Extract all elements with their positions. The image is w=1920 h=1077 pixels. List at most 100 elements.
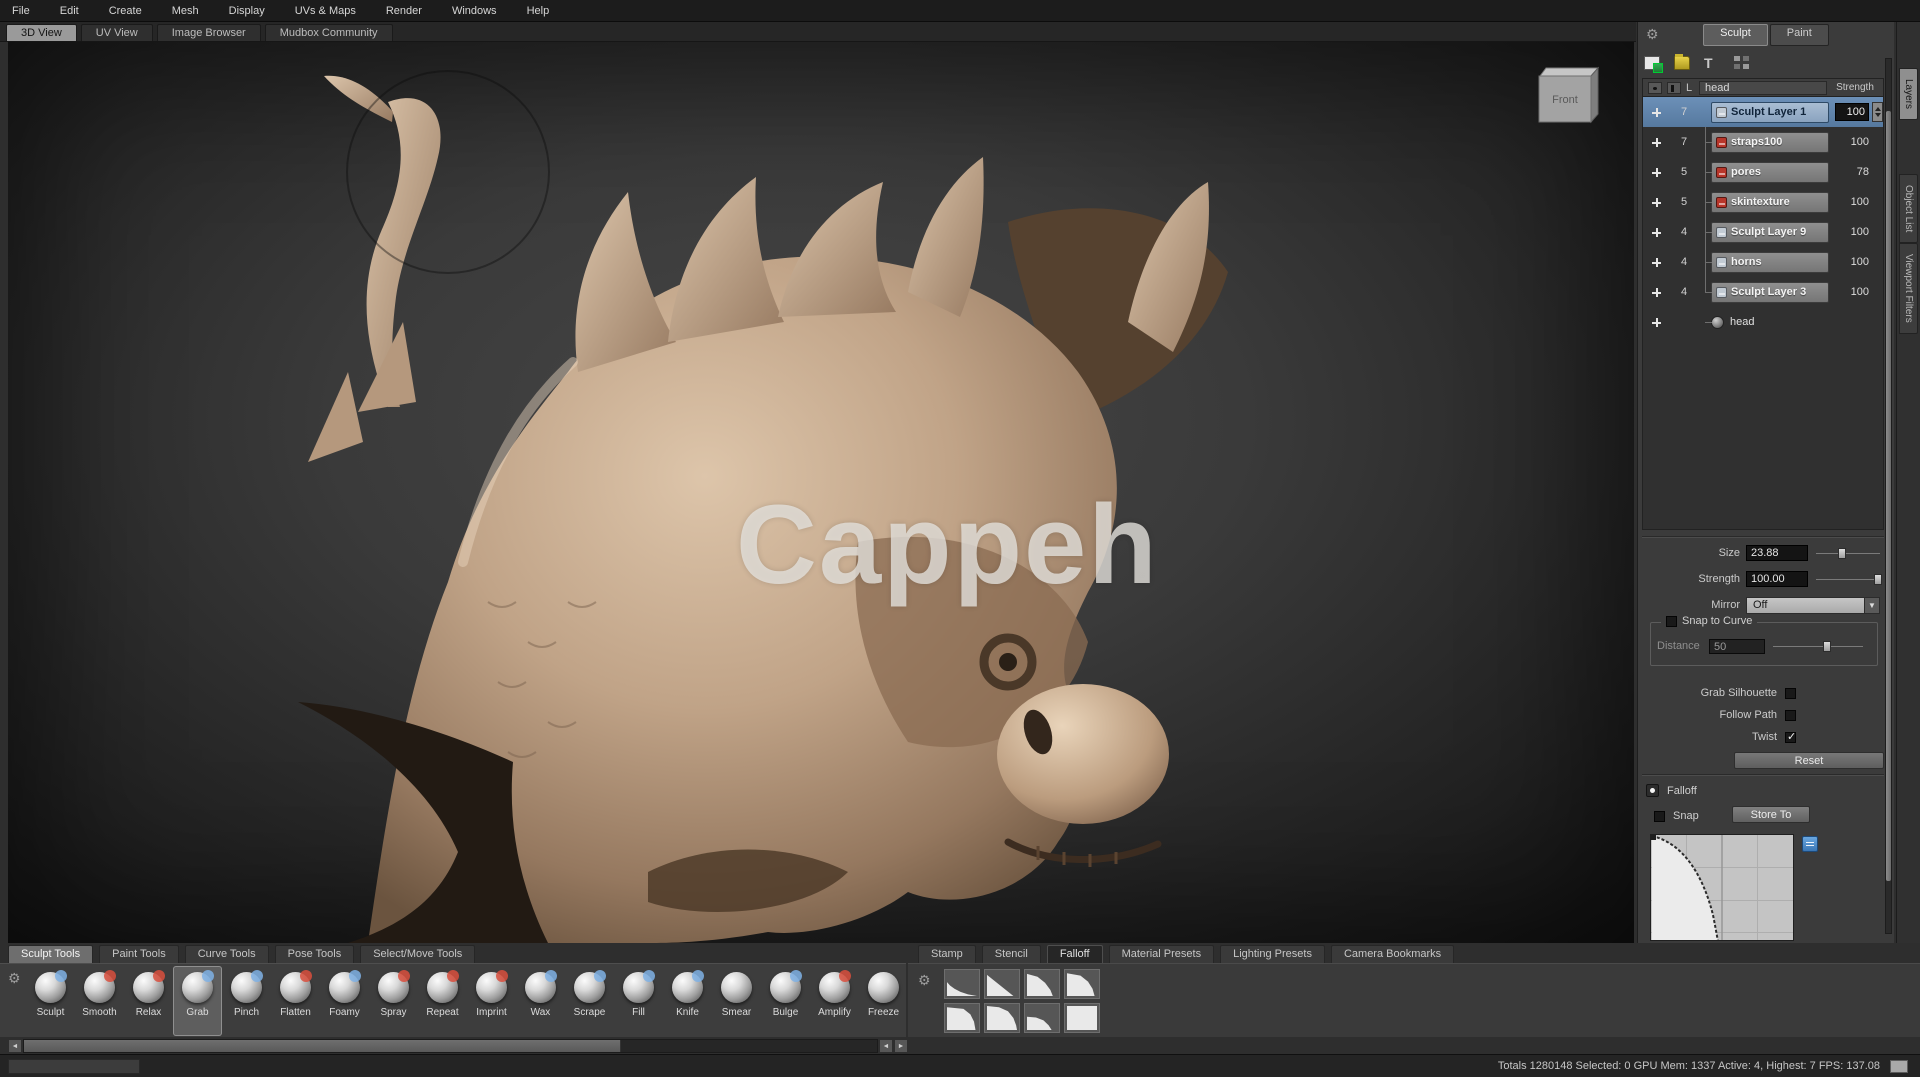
reset-button[interactable]: Reset bbox=[1734, 752, 1884, 769]
falloff-preset[interactable] bbox=[944, 1003, 980, 1033]
size-slider[interactable] bbox=[1816, 545, 1880, 561]
tray-tab[interactable]: Stamp bbox=[918, 945, 976, 963]
side-tab[interactable]: Viewport Filters bbox=[1899, 243, 1918, 334]
gear-icon[interactable]: ⚙ bbox=[8, 970, 21, 987]
side-tab[interactable]: Object List bbox=[1899, 174, 1918, 243]
layer-row[interactable]: 5 pores 78 bbox=[1643, 157, 1883, 187]
chevron-down-icon[interactable]: ▼ bbox=[1864, 598, 1879, 613]
scroll-right-button[interactable]: ► bbox=[894, 1039, 908, 1053]
distance-slider[interactable] bbox=[1773, 638, 1863, 654]
store-to-button[interactable]: Store To bbox=[1732, 806, 1810, 823]
slider-handle[interactable] bbox=[1823, 641, 1831, 652]
layer-visibility-icon[interactable] bbox=[1643, 108, 1669, 117]
strength-spinner[interactable] bbox=[1872, 102, 1883, 122]
tool-item[interactable]: Amplify bbox=[810, 966, 859, 1036]
new-layer-icon[interactable] bbox=[1644, 56, 1660, 70]
tray-tab[interactable]: Sculpt Tools bbox=[8, 945, 93, 963]
falloff-preset[interactable] bbox=[1064, 1003, 1100, 1033]
text-icon[interactable]: T bbox=[1704, 56, 1720, 70]
scrollbar-thumb[interactable] bbox=[1886, 111, 1891, 880]
layer-visibility-icon[interactable] bbox=[1643, 168, 1669, 177]
tray-tab[interactable]: Falloff bbox=[1047, 945, 1103, 963]
tray-tab[interactable]: Curve Tools bbox=[185, 945, 269, 963]
mesh-name-header[interactable]: head bbox=[1699, 81, 1827, 95]
strength-slider[interactable] bbox=[1816, 571, 1880, 587]
tool-item[interactable]: Foamy bbox=[320, 966, 369, 1036]
menu-item[interactable]: UVs & Maps bbox=[293, 3, 358, 19]
tool-item[interactable]: Freeze bbox=[859, 966, 906, 1036]
layer-strength-value[interactable]: 100 bbox=[1835, 226, 1869, 238]
menu-item[interactable]: Display bbox=[227, 3, 267, 19]
layer-row[interactable]: 7 straps100 100 bbox=[1643, 127, 1883, 157]
layer-strength-value[interactable]: 78 bbox=[1835, 166, 1869, 178]
falloff-preset[interactable] bbox=[984, 969, 1020, 999]
tray-tab[interactable]: Paint Tools bbox=[99, 945, 179, 963]
mirror-dropdown[interactable]: Off ▼ bbox=[1746, 597, 1880, 614]
menu-item[interactable]: Edit bbox=[58, 3, 81, 19]
tool-item[interactable]: Pinch bbox=[222, 966, 271, 1036]
layer-row[interactable]: 5 skintexture 100 bbox=[1643, 187, 1883, 217]
menu-item[interactable]: Mesh bbox=[170, 3, 201, 19]
layer-name-chip[interactable]: Sculpt Layer 9 bbox=[1711, 222, 1829, 243]
tool-item[interactable]: Scrape bbox=[565, 966, 614, 1036]
layer-name-chip[interactable]: skintexture bbox=[1711, 192, 1829, 213]
layer-strength-value[interactable]: 100 bbox=[1835, 136, 1869, 148]
layer-name-chip[interactable]: pores bbox=[1711, 162, 1829, 183]
tray-tab[interactable]: Lighting Presets bbox=[1220, 945, 1325, 963]
panel-tab[interactable]: Sculpt bbox=[1703, 24, 1768, 46]
view-tab[interactable]: UV View bbox=[81, 24, 153, 41]
tool-item[interactable]: Flatten bbox=[271, 966, 320, 1036]
layer-name-chip[interactable]: Sculpt Layer 1 bbox=[1711, 102, 1829, 123]
tool-item[interactable]: Bulge bbox=[761, 966, 810, 1036]
view-tab[interactable]: Image Browser bbox=[157, 24, 261, 41]
layer-visibility-icon[interactable] bbox=[1643, 138, 1669, 147]
layer-strength-value[interactable]: 100 bbox=[1835, 286, 1869, 298]
scroll-left-button[interactable]: ◄ bbox=[8, 1039, 22, 1053]
layer-name-chip[interactable]: straps100 bbox=[1711, 132, 1829, 153]
scrollbar-track[interactable] bbox=[23, 1039, 878, 1053]
scrollbar-thumb[interactable] bbox=[24, 1040, 621, 1052]
tool-item[interactable]: Relax bbox=[124, 966, 173, 1036]
scroll-left-button-2[interactable]: ◄ bbox=[879, 1039, 893, 1053]
tray-tab[interactable]: Material Presets bbox=[1109, 945, 1214, 963]
panel-scrollbar[interactable] bbox=[1885, 58, 1892, 934]
menu-item[interactable]: Render bbox=[384, 3, 424, 19]
layer-name-chip[interactable]: Sculpt Layer 3 bbox=[1711, 282, 1829, 303]
tray-tab[interactable]: Pose Tools bbox=[275, 945, 355, 963]
import-layer-icon[interactable] bbox=[1674, 56, 1690, 70]
tray-tab[interactable]: Stencil bbox=[982, 945, 1041, 963]
falloff-curve-editor[interactable] bbox=[1650, 834, 1794, 941]
panel-tab[interactable]: Paint bbox=[1770, 24, 1829, 46]
tool-item[interactable]: Sculpt bbox=[26, 966, 75, 1036]
tool-item[interactable]: Repeat bbox=[418, 966, 467, 1036]
tray-tab[interactable]: Camera Bookmarks bbox=[1331, 945, 1454, 963]
layer-row[interactable]: 4 Sculpt Layer 3 100 bbox=[1643, 277, 1883, 307]
layer-name-chip[interactable]: horns bbox=[1711, 252, 1829, 273]
falloff-preset[interactable] bbox=[1024, 969, 1060, 999]
toggle-checkbox[interactable] bbox=[1785, 732, 1796, 743]
tool-item[interactable]: Wax bbox=[516, 966, 565, 1036]
view-tab[interactable]: Mudbox Community bbox=[265, 24, 393, 41]
gear-icon[interactable]: ⚙ bbox=[918, 972, 931, 989]
tool-item[interactable]: Smear bbox=[712, 966, 761, 1036]
mesh-root-row[interactable]: head bbox=[1643, 307, 1883, 337]
snap-checkbox[interactable] bbox=[1654, 811, 1665, 822]
layer-row[interactable]: 7 Sculpt Layer 1 100 bbox=[1643, 97, 1883, 127]
tool-item[interactable]: Spray bbox=[369, 966, 418, 1036]
viewport-3d[interactable]: Cappeh Front bbox=[8, 42, 1634, 943]
menu-item[interactable]: Help bbox=[525, 3, 552, 19]
side-tab[interactable]: Layers bbox=[1899, 68, 1918, 120]
layer-strength-value[interactable]: 100 bbox=[1835, 256, 1869, 268]
view-cube[interactable]: Front bbox=[1528, 64, 1608, 130]
menu-item[interactable]: Windows bbox=[450, 3, 499, 19]
distance-input[interactable]: 50 bbox=[1709, 639, 1765, 654]
layer-visibility-icon[interactable] bbox=[1643, 258, 1669, 267]
layer-row[interactable]: 4 horns 100 bbox=[1643, 247, 1883, 277]
status-indicator[interactable] bbox=[1890, 1060, 1908, 1073]
layer-strength-value[interactable]: 100 bbox=[1835, 103, 1869, 121]
curve-presets-icon[interactable] bbox=[1802, 836, 1818, 852]
falloff-preset[interactable] bbox=[984, 1003, 1020, 1033]
tray-tab[interactable]: Select/Move Tools bbox=[360, 945, 475, 963]
size-input[interactable]: 23.88 bbox=[1746, 545, 1808, 561]
layer-visibility-icon[interactable] bbox=[1643, 288, 1669, 297]
